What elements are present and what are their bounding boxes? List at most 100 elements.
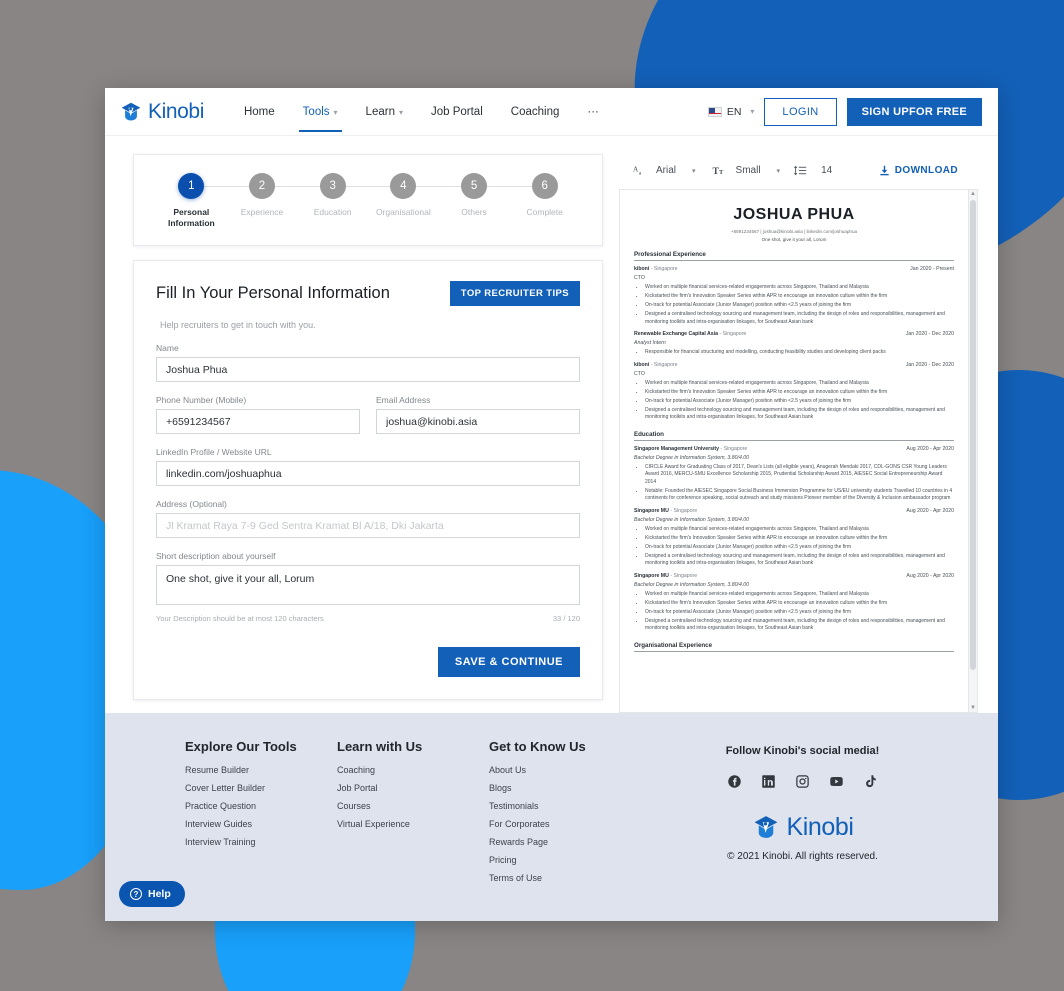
footer-link[interactable]: Terms of Use	[489, 873, 641, 883]
linkedin-input[interactable]	[156, 461, 580, 487]
resume-bullet: Worked on multiple financial services-re…	[645, 591, 954, 599]
save-and-continue-button[interactable]: SAVE & CONTINUE	[437, 647, 580, 678]
step-number: 3	[319, 173, 346, 199]
resume-entry-role: CTO	[634, 370, 645, 377]
resume-entry-header: kiboni - Singapore Jan 2020 - Dec 2020	[634, 362, 954, 368]
resume-contact: +6591234567 | joshua@kinobi.asia | linke…	[730, 229, 858, 234]
step-others[interactable]: 5 Others	[439, 173, 510, 218]
resume-entry-bullets: Worked on multiple financial services-re…	[645, 380, 954, 422]
font-size-selector[interactable]: Small ▾	[736, 165, 781, 176]
instagram-icon[interactable]	[795, 774, 810, 789]
step-number: 2	[249, 173, 275, 199]
description-textarea[interactable]: One shot, give it your all, Lorum	[156, 565, 580, 606]
download-label: DOWNLOAD	[894, 165, 958, 176]
nav-link-more[interactable]: ···	[573, 91, 613, 132]
footer-link[interactable]: Resume Builder	[185, 765, 337, 775]
resume-entry-org: kiboni - Singapore	[634, 361, 678, 368]
personal-information-form: Fill In Your Personal Information TOP RE…	[133, 260, 603, 701]
resume-section-heading: Education	[634, 431, 954, 441]
footer-link[interactable]: Pricing	[489, 855, 641, 865]
resume-entry-bullets: CIRCLE Award for Graduating Class of 201…	[645, 464, 954, 503]
resume-entry-date: Aug 2020 - Apr 2020	[906, 445, 954, 452]
resume-entry-header: Singapore Management University - Singap…	[634, 446, 954, 452]
footer-brand[interactable]: Kinobi	[645, 813, 960, 842]
resume-entry-location: - Singapore	[670, 572, 698, 579]
linkedin-icon[interactable]	[761, 774, 776, 789]
name-input[interactable]	[156, 357, 580, 383]
footer-link[interactable]: Coaching	[337, 765, 489, 775]
footer-link[interactable]: Blogs	[489, 783, 641, 793]
phone-label: Phone Number (Mobile)	[156, 395, 247, 406]
resume-entry-date: Jan 2020 - Dec 2020	[905, 331, 954, 337]
resume-entry-role: Bachelor Degree in Information System, 3…	[634, 581, 750, 588]
scroll-down-icon[interactable]: ▼	[969, 705, 977, 711]
nav-link-job-portal[interactable]: Job Portal	[417, 91, 497, 132]
youtube-icon[interactable]	[829, 774, 844, 789]
step-organisational[interactable]: 4 Organisational	[368, 173, 439, 218]
description-help-text: Your Description should be at most 120 c…	[156, 614, 324, 624]
field-row-contact: Phone Number (Mobile) Email Address	[156, 382, 580, 435]
step-personal-information[interactable]: 1 Personal Information	[156, 173, 227, 229]
resume-entry-location: - Singapore	[719, 331, 747, 337]
font-family-value: Arial	[656, 165, 677, 176]
nav-links: Home Tools ▾ Learn ▾ Job Portal Coaching ·…	[230, 91, 613, 132]
brand-logo[interactable]: Kinobi	[119, 100, 204, 124]
facebook-icon[interactable]	[727, 774, 742, 789]
nav-link-learn[interactable]: Learn ▾	[352, 91, 417, 132]
resume-entry-bullets: Responsible for financial structuring an…	[645, 349, 954, 357]
description-meta: Your Description should be at most 120 c…	[156, 614, 580, 623]
tiktok-icon[interactable]	[863, 774, 878, 789]
step-label: Complete	[526, 207, 563, 217]
footer-copyright: © 2021 Kinobi. All rights reserved.	[727, 851, 878, 862]
footer-link[interactable]: Virtual Experience	[337, 819, 489, 829]
chevron-down-icon: ▾	[333, 108, 338, 117]
resume-entry-location: - Singapore	[650, 361, 678, 368]
footer-link[interactable]: Interview Training	[185, 837, 337, 847]
step-experience[interactable]: 2 Experience	[227, 173, 298, 218]
footer-link[interactable]: Courses	[337, 801, 489, 811]
nav-link-coaching[interactable]: Coaching	[497, 91, 574, 132]
font-family-selector[interactable]: Arial ▾	[656, 165, 696, 176]
language-selector[interactable]: EN ▾	[707, 106, 754, 118]
resume-entry-date: Aug 2020 - Apr 2020	[906, 572, 954, 579]
nav-link-home[interactable]: Home	[230, 91, 289, 132]
footer-link[interactable]: Interview Guides	[185, 819, 337, 829]
scrollbar-thumb[interactable]	[970, 200, 976, 670]
footer-link[interactable]: Cover Letter Builder	[185, 783, 337, 793]
address-label: Address (Optional)	[156, 499, 227, 510]
line-spacing-icon[interactable]	[794, 164, 807, 177]
footer-link[interactable]: Practice Question	[185, 801, 337, 811]
footer-link[interactable]: Job Portal	[337, 783, 489, 793]
footer-column-get-to-know-us: Get to Know Us About Us Blogs Testimonia…	[489, 739, 641, 921]
svg-text:T: T	[719, 169, 724, 176]
footer-link[interactable]: About Us	[489, 765, 641, 775]
stepper-steps: 1 Personal Information 2 Experience 3 Edu…	[156, 173, 580, 229]
download-button[interactable]: DOWNLOAD	[879, 165, 958, 176]
resume-sections: Professional Experience kiboni - Singapor…	[634, 251, 954, 652]
step-education[interactable]: 3 Education	[297, 173, 368, 218]
resume-entry-bullets: Worked on multiple financial services-re…	[645, 284, 954, 326]
top-recruiter-tips-button[interactable]: TOP RECRUITER TIPS	[449, 281, 580, 307]
step-complete[interactable]: 6 Complete	[509, 173, 580, 218]
footer-link[interactable]: For Corporates	[489, 819, 641, 829]
login-button[interactable]: LOGIN	[764, 97, 837, 126]
resume-section-heading: Professional Experience	[634, 251, 954, 261]
scroll-up-icon[interactable]: ▲	[969, 191, 977, 197]
resume-bullet: On-track for potential Associate (Junior…	[645, 544, 954, 552]
email-input[interactable]	[376, 409, 580, 435]
help-button[interactable]: ? Help	[119, 881, 185, 907]
resume-tagline: One shot, give it your all, Lorum	[761, 237, 827, 242]
resume-bullet: Worked on multiple financial services-re…	[645, 284, 954, 292]
line-spacing-value[interactable]: 14	[821, 165, 832, 176]
nav-link-tools[interactable]: Tools ▾	[289, 91, 352, 132]
resume-scrollbar[interactable]: ▲ ▼	[969, 189, 978, 713]
signup-button[interactable]: SIGN UPFOR FREE	[846, 97, 982, 126]
address-input[interactable]	[156, 513, 580, 539]
download-icon	[880, 165, 889, 176]
footer-link[interactable]: Testimonials	[489, 801, 641, 811]
graduation-cap-icon	[751, 814, 781, 841]
resume-entry-org: kiboni - Singapore	[634, 266, 678, 272]
footer-link[interactable]: Rewards Page	[489, 837, 641, 847]
resume-entry-role: Bachelor Degree in Information System, 3…	[634, 516, 750, 523]
phone-input[interactable]	[156, 409, 360, 435]
